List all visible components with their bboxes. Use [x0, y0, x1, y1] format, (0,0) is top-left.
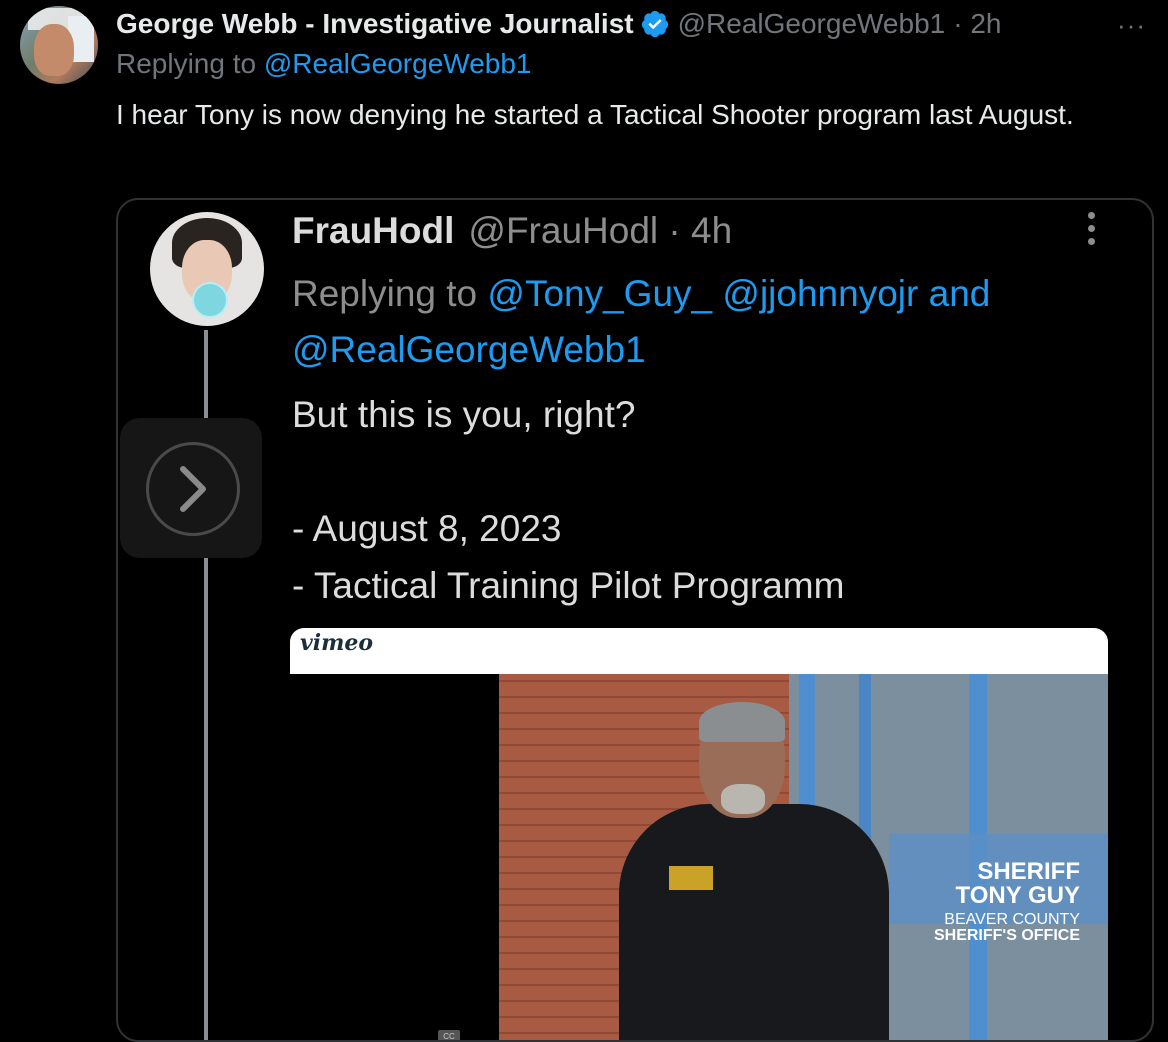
quoted-and: and — [918, 273, 991, 314]
video-name-caption: SHERIFF TONY GUY BEAVER COUNTY SHERIFF'S… — [934, 860, 1080, 944]
tweet-header: George Webb - Investigative Journalist @… — [116, 4, 1001, 44]
caption-org-line2: SHERIFF'S OFFICE — [933, 927, 1080, 944]
caption-org-line1: BEAVER COUNTY — [944, 911, 1080, 928]
quoted-author-avatar — [150, 212, 264, 326]
carousel-next-circle[interactable] — [146, 442, 240, 536]
caption-title: SHERIFF — [977, 858, 1080, 885]
scene-shirt-badge — [669, 866, 713, 890]
quoted-line-date: - August 8, 2023 — [292, 508, 562, 549]
verified-badge-icon — [641, 10, 668, 38]
closed-captions-icon[interactable]: CC — [438, 1030, 460, 1040]
scene-person-body — [619, 804, 889, 1040]
chevron-right-icon — [180, 466, 206, 512]
quoted-header: FrauHodl @FrauHodl · 4h — [292, 208, 732, 254]
more-options-icon[interactable]: ··· — [1117, 10, 1146, 41]
avatar-face — [34, 24, 74, 76]
author-display-name[interactable]: George Webb - Investigative Journalist — [116, 8, 634, 40]
quoted-mention-johnny: @jjohnnyojr — [722, 273, 919, 314]
quoted-mention-george: @RealGeorgeWebb1 — [292, 329, 646, 370]
quoted-line-program: - Tactical Training Pilot Programm — [292, 565, 845, 606]
bubblegum-icon — [192, 282, 228, 318]
quoted-more-icon — [1088, 212, 1096, 251]
tweet-body: I hear Tony is now denying he started a … — [116, 99, 1074, 130]
vimeo-logo: vimeo — [300, 630, 374, 656]
quoted-author-name: FrauHodl — [292, 210, 455, 251]
replying-to: Replying to @RealGeorgeWebb1 — [116, 48, 532, 80]
author-handle[interactable]: @RealGeorgeWebb1 — [678, 8, 946, 40]
author-avatar[interactable] — [20, 6, 98, 84]
quoted-handle-time: @FrauHodl · 4h — [468, 210, 733, 251]
tweet-timestamp[interactable]: · 2h — [953, 8, 1001, 40]
carousel-next-button[interactable] — [120, 418, 262, 558]
quoted-replying-prefix: Replying to — [292, 273, 488, 314]
video-embed[interactable]: vimeo SHERIFF TONY GUY BEAVER COUNTY SHE… — [290, 628, 1108, 1040]
quoted-mention-tony: @Tony_Guy_ — [487, 273, 713, 314]
quoted-body: But this is you, right? - August 8, 2023… — [292, 386, 1112, 614]
scene-person-beard — [721, 784, 765, 814]
vimeo-bar: vimeo — [290, 628, 1108, 674]
quoted-line-question: But this is you, right? — [292, 394, 636, 435]
quoted-replying-to: Replying to @Tony_Guy_ @jjohnnyojr and @… — [292, 266, 1112, 378]
caption-name: TONY GUY — [955, 882, 1080, 909]
scene-person-hair — [699, 702, 785, 742]
video-frame[interactable]: SHERIFF TONY GUY BEAVER COUNTY SHERIFF'S… — [290, 674, 1108, 1040]
replying-to-mention[interactable]: @RealGeorgeWebb1 — [264, 48, 532, 79]
replying-to-prefix: Replying to — [116, 48, 264, 79]
embedded-screenshot[interactable]: FrauHodl @FrauHodl · 4h Replying to @Ton… — [116, 198, 1154, 1042]
video-thumbnail: SHERIFF TONY GUY BEAVER COUNTY SHERIFF'S… — [499, 674, 1108, 1040]
